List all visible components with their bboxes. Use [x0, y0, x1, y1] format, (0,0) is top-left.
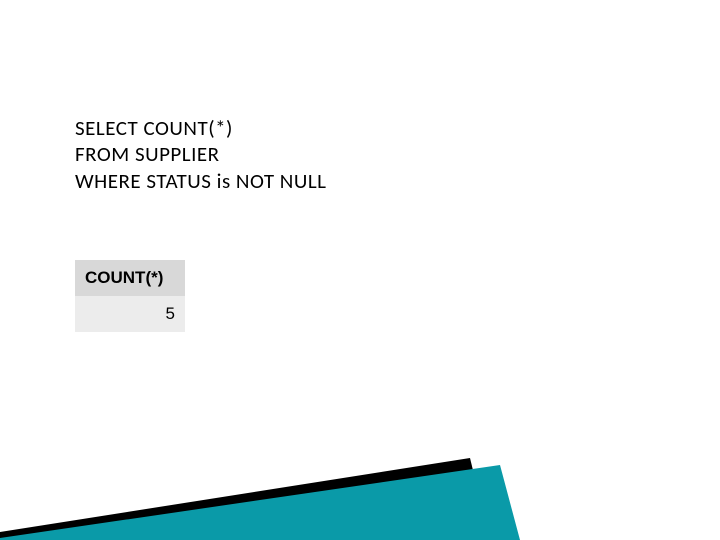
sql-line-1: SELECT COUNT(*)	[75, 115, 326, 141]
query-result-table: COUNT(*) 5	[75, 260, 185, 332]
table-row: COUNT(*)	[75, 260, 185, 296]
result-value-cell: 5	[75, 296, 185, 332]
table-row: 5	[75, 296, 185, 332]
sql-line-3: WHERE STATUS is NOT NULL	[75, 168, 326, 194]
sql-line-2: FROM SUPPLIER	[75, 141, 326, 167]
slide-accent-graphic	[0, 420, 720, 540]
sql-query-block: SELECT COUNT(*) FROM SUPPLIER WHERE STAT…	[75, 115, 326, 194]
result-header-cell: COUNT(*)	[75, 260, 185, 296]
